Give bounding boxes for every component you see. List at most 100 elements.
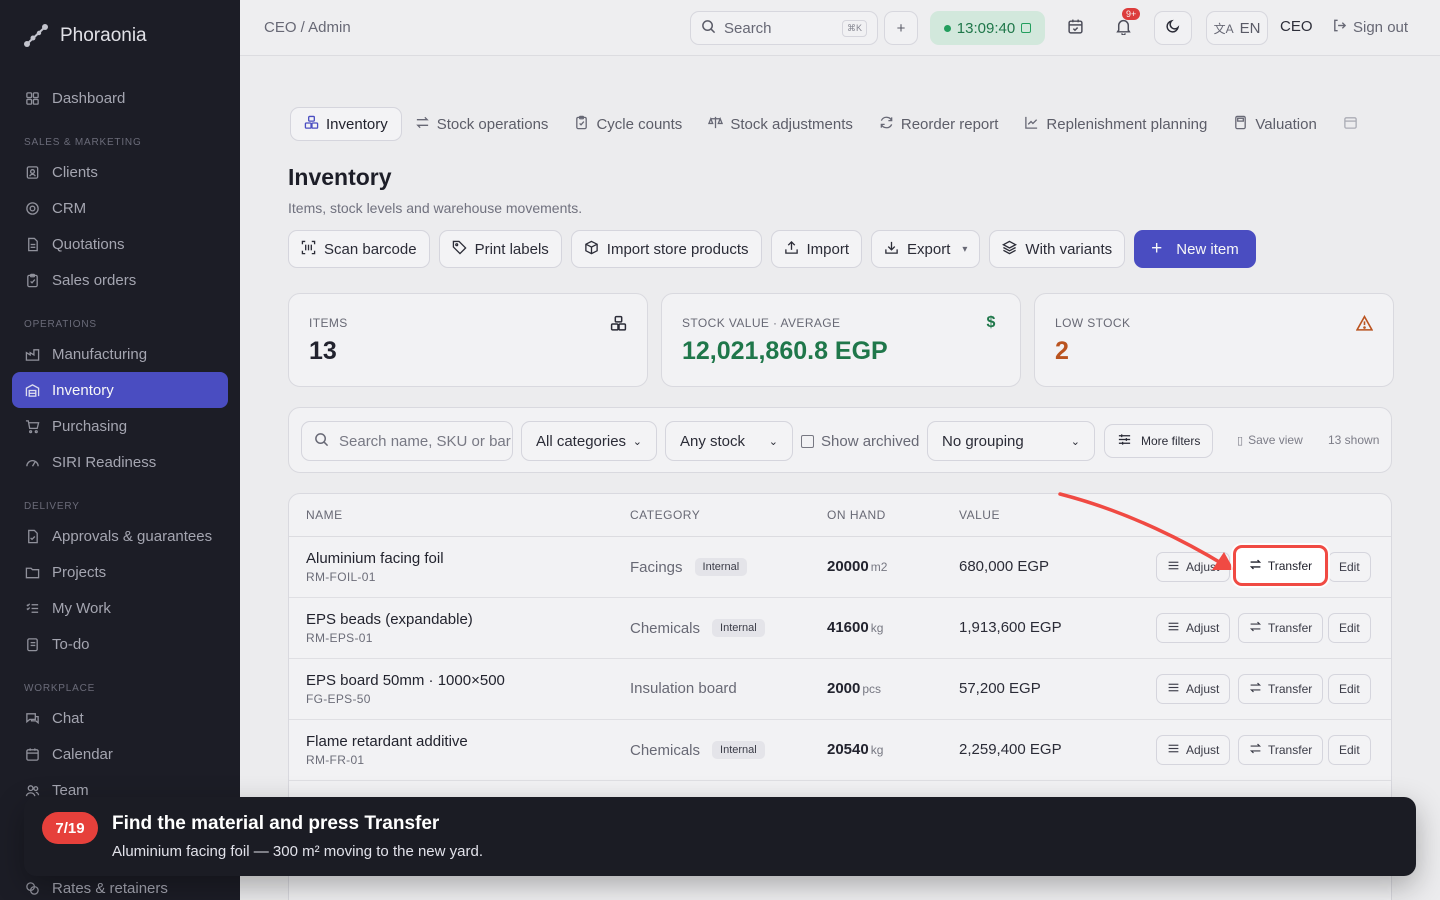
dollar-icon: $ — [986, 314, 996, 331]
button-label: Transfer — [1267, 558, 1313, 573]
save-view-button[interactable]: ▯ Save view — [1237, 433, 1303, 447]
adjust-button[interactable]: Adjust — [1156, 735, 1231, 765]
user-role[interactable]: CEO — [1280, 18, 1313, 35]
result-count: 13 shown — [1328, 433, 1380, 447]
item-value: 1,913,600 EGP — [959, 619, 1062, 636]
new-item-button[interactable]: + New item — [1134, 230, 1256, 268]
button-label: Import — [806, 240, 850, 258]
show-archived-checkbox[interactable]: Show archived — [801, 433, 919, 450]
sidebar-item-chat[interactable]: Chat — [12, 700, 228, 736]
tab-replenishment-planning[interactable]: Replenishment planning — [1011, 107, 1220, 141]
table-row[interactable]: EPS board 50mm · 1000×500 FG-EPS-50 Insu… — [289, 659, 1391, 720]
button-label: Export — [907, 240, 951, 258]
edit-button[interactable]: Edit — [1328, 674, 1371, 704]
sidebar-item-rates[interactable]: Rates & retainers — [12, 876, 180, 900]
sidebar-item-calendar[interactable]: Calendar — [12, 736, 228, 772]
stock-select[interactable]: Any stock ⌄ — [665, 421, 793, 461]
table-row[interactable]: EPS beads (expandable) RM-EPS-01 Chemica… — [289, 598, 1391, 659]
sidebar-item-manufacturing[interactable]: Manufacturing — [12, 336, 228, 372]
add-button[interactable]: + — [884, 11, 918, 45]
tour-step-panel: 7/19 Find the material and press Transfe… — [24, 797, 1416, 876]
time-tracker[interactable]: 13:09:40 — [930, 11, 1045, 45]
sidebar-item-dashboard[interactable]: Dashboard — [12, 80, 228, 116]
adjust-button[interactable]: Adjust — [1156, 674, 1231, 704]
sliders-icon — [1117, 432, 1132, 450]
calculator-icon — [1233, 115, 1248, 134]
edit-button[interactable]: Edit — [1328, 735, 1371, 765]
grid-icon — [24, 90, 40, 106]
tab-stock-operations[interactable]: Stock operations — [402, 107, 562, 141]
tab-reorder-report[interactable]: Reorder report — [866, 107, 1012, 141]
sidebar-item-clients[interactable]: Clients — [12, 154, 228, 190]
print-labels-button[interactable]: Print labels — [438, 230, 562, 268]
tab-label: Valuation — [1255, 115, 1317, 133]
button-label: Transfer — [1268, 743, 1313, 757]
item-category: Facings Internal — [630, 558, 748, 576]
theme-toggle[interactable] — [1154, 11, 1192, 45]
button-label: New item — [1176, 240, 1239, 258]
sidebar-item-inventory[interactable]: Inventory — [12, 372, 228, 408]
sidebar-item-label: Quotations — [52, 235, 125, 253]
tab-more[interactable] — [1330, 107, 1371, 141]
tab-valuation[interactable]: Valuation — [1220, 107, 1329, 141]
item-category: Chemicals Internal — [630, 619, 765, 637]
item-value: 57,200 EGP — [959, 680, 1041, 697]
sidebar-item-sales-orders[interactable]: Sales orders — [12, 262, 228, 298]
tab-stock-adjustments[interactable]: Stock adjustments — [695, 107, 866, 141]
import-store-products-button[interactable]: Import store products — [570, 230, 762, 268]
sidebar-item-quotations[interactable]: Quotations — [12, 226, 228, 262]
item-name: EPS beads (expandable) — [306, 611, 473, 628]
column-header-category[interactable]: CATEGORY — [630, 494, 700, 536]
plus-icon: + — [1151, 238, 1163, 259]
sidebar-item-siri-readiness[interactable]: SIRI Readiness — [12, 444, 228, 480]
edit-button[interactable]: Edit — [1328, 552, 1371, 582]
edit-button[interactable]: Edit — [1328, 613, 1371, 643]
search-label: Search — [724, 19, 772, 37]
transfer-button[interactable]: Transfer — [1238, 613, 1324, 643]
column-header-name[interactable]: NAME — [306, 494, 343, 536]
sidebar-item-approvals[interactable]: Approvals & guarantees — [12, 518, 228, 554]
inventory-search-input[interactable]: Search name, SKU or bar — [301, 421, 513, 461]
tab-inventory[interactable]: Inventory — [290, 107, 402, 141]
sidebar-item-label: Manufacturing — [52, 345, 148, 363]
category-select[interactable]: All categories ⌄ — [521, 421, 657, 461]
more-filters-button[interactable]: More filters — [1104, 424, 1214, 458]
tab-cycle-counts[interactable]: Cycle counts — [561, 107, 695, 141]
column-header-value[interactable]: VALUE — [959, 494, 1000, 536]
sidebar-item-my-work[interactable]: My Work — [12, 590, 228, 626]
column-header-on-hand[interactable]: ON HAND — [827, 494, 886, 536]
stat-label: STOCK VALUE · AVERAGE — [682, 316, 841, 330]
language-button[interactable]: 文A EN — [1206, 11, 1268, 45]
main-content: Inventory Stock operations Cycle counts … — [240, 56, 1440, 900]
transfer-button[interactable]: Transfer — [1238, 735, 1324, 765]
table-row[interactable]: Flame retardant additive RM-FR-01 Chemic… — [289, 720, 1391, 781]
global-search[interactable]: Search ⌘K — [690, 11, 878, 45]
document-icon — [24, 236, 40, 252]
sign-out-link[interactable]: Sign out — [1332, 18, 1408, 37]
tag-badge: Internal — [694, 558, 748, 576]
scan-barcode-button[interactable]: Scan barcode — [288, 230, 430, 268]
sidebar-item-projects[interactable]: Projects — [12, 554, 228, 590]
sidebar-item-crm[interactable]: CRM — [12, 190, 228, 226]
logo-icon — [22, 22, 50, 50]
calendar-button[interactable] — [1058, 11, 1092, 45]
export-button[interactable]: Export ▾ — [871, 230, 981, 268]
stat-stock-value: STOCK VALUE · AVERAGE 12,021,860.8 EGP $ — [661, 293, 1021, 387]
chevron-down-icon: ▾ — [962, 243, 968, 255]
with-variants-button[interactable]: With variants — [989, 230, 1126, 268]
brand[interactable]: Phoraonia — [0, 0, 240, 72]
grouping-select[interactable]: No grouping ⌄ — [927, 421, 1095, 461]
transfer-button[interactable]: Transfer — [1238, 674, 1324, 704]
sidebar-item-purchasing[interactable]: Purchasing — [12, 408, 228, 444]
select-value: Any stock — [680, 432, 746, 450]
sidebar-item-label: Rates & retainers — [52, 879, 168, 897]
boxes-icon — [609, 314, 627, 332]
sidebar-item-to-do[interactable]: To-do — [12, 626, 228, 662]
topbar: CEO / Admin Search ⌘K + 13:09:40 9+ 文A E… — [240, 0, 1440, 56]
adjust-button[interactable]: Adjust — [1156, 613, 1231, 643]
sliders-icon — [1167, 742, 1180, 758]
search-icon — [701, 19, 716, 38]
transfer-button-highlighted[interactable]: Transfer — [1233, 545, 1328, 586]
refresh-icon — [879, 115, 894, 134]
import-button[interactable]: Import — [770, 230, 863, 268]
